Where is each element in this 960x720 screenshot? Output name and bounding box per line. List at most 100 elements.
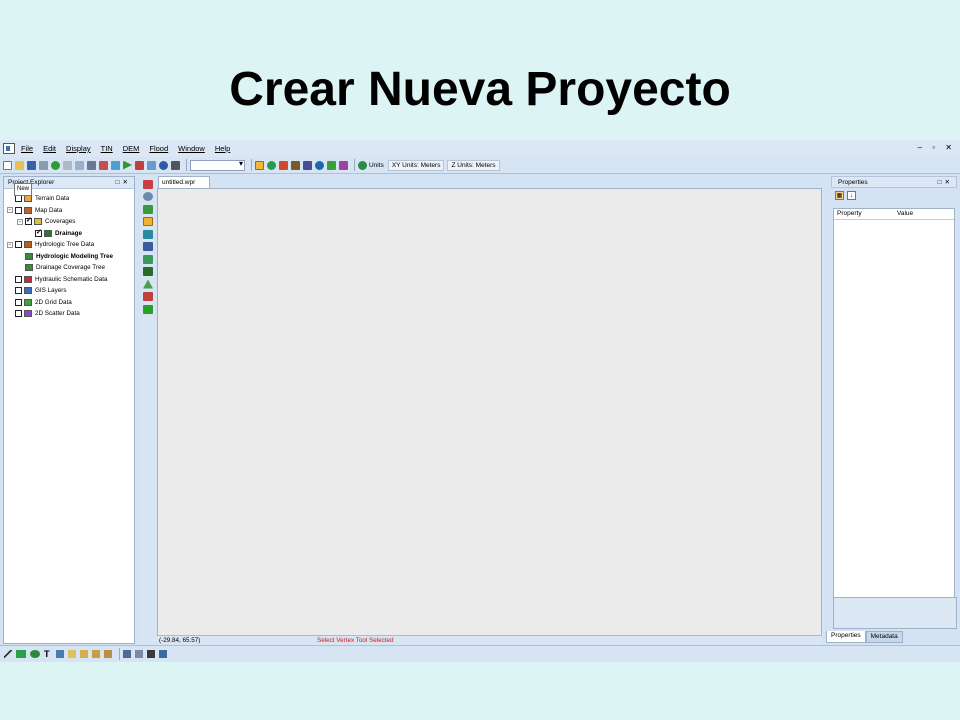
rectangle-tool-icon[interactable] [16,650,26,658]
menu-edit[interactable]: Edit [43,144,56,153]
app-icon[interactable] [3,143,15,154]
units-label: Units [369,161,384,169]
xy-units-field[interactable]: XY Units: Meters [387,159,445,171]
tree-item[interactable]: Hydraulic Schematic Data [4,274,134,286]
tree-item[interactable]: − Hydrologic Tree Data [4,239,134,251]
create-arc-icon[interactable] [143,242,153,251]
zoom-tool-icon[interactable] [143,192,153,201]
globe-icon[interactable] [315,160,324,170]
new-project-icon[interactable] [3,160,12,170]
menu-display[interactable]: Display [66,144,91,153]
send-back-icon[interactable] [104,650,112,658]
visibility-checkbox[interactable] [15,206,22,214]
image-tool-icon[interactable] [56,650,64,658]
window-controls[interactable]: – ▫ ✕ [918,143,956,152]
tool-tree-icon[interactable] [291,160,300,170]
select-object-icon[interactable] [143,179,153,189]
visibility-checkbox[interactable] [15,275,22,283]
menu-bar: File Edit Display TIN DEM Flood Window H… [0,140,960,157]
refresh-icon[interactable] [51,160,60,170]
green-globe-icon[interactable] [267,160,276,170]
visibility-checkbox[interactable] [15,195,22,203]
new-tooltip: New [14,183,33,196]
tree-item[interactable]: GIS Layers [4,285,134,297]
open-folder-icon[interactable] [15,160,24,170]
menu-help[interactable]: Help [215,144,230,153]
categorized-icon[interactable]: ▦ [835,191,844,200]
tool-branch-icon[interactable] [303,160,312,170]
info-icon[interactable] [159,160,168,170]
visibility-checkbox[interactable] [15,287,22,295]
create-polygon-icon[interactable] [143,279,153,289]
copy-icon[interactable] [68,650,76,658]
camera-icon[interactable] [123,650,131,658]
graphics-window[interactable] [157,188,822,636]
tree-item[interactable]: − Map Data [4,205,134,217]
export-icon[interactable] [147,160,156,170]
tab-metadata[interactable]: Metadata [865,631,903,643]
toolbar-separator [186,159,187,171]
project-explorer-panel: Project Explorer □✕ New Terrain Data − Map… [3,176,135,644]
units-button[interactable]: Units [358,160,384,170]
tab-properties[interactable]: Properties [826,631,866,643]
z-units-field[interactable]: Z Units: Meters [447,159,500,171]
menu-dem[interactable]: DEM [123,144,140,153]
delete-icon[interactable] [171,160,180,170]
select-vertex-tool-icon[interactable] [143,217,153,226]
tree-item[interactable]: Hydrologic Modeling Tree [4,251,134,263]
module-select[interactable] [190,159,245,171]
video-icon[interactable] [147,650,155,658]
tree-item[interactable]: 2D Grid Data [4,297,134,309]
pan-tool-icon[interactable] [143,204,153,214]
print-icon[interactable] [39,160,48,170]
tool-red-icon[interactable] [279,160,288,170]
tree-item[interactable]: Drainage Coverage Tree [4,262,134,274]
grid-icon[interactable] [327,160,336,170]
tool-green-icon[interactable] [143,304,153,314]
display-options-icon[interactable] [135,160,144,170]
run-icon[interactable] [123,160,132,170]
tree-item[interactable]: Drainage [4,228,134,240]
zoom-icon[interactable] [75,160,84,170]
paste-icon[interactable] [80,650,88,658]
tree-item[interactable]: − Coverages [4,216,134,228]
frame-icon[interactable] [87,160,96,170]
menu-flood[interactable]: Flood [149,144,168,153]
panel-controls[interactable]: □✕ [938,177,953,188]
expand-toggle[interactable]: − [7,207,13,214]
visibility-checkbox[interactable] [15,310,22,318]
wrench-icon[interactable] [159,650,167,658]
create-vertex-icon[interactable] [143,229,153,239]
tree-item-label: Hydrologic Tree Data [35,241,95,249]
property-grid-header: Property Value [834,209,954,220]
visibility-checkbox[interactable] [15,241,22,249]
panel-controls[interactable]: □✕ [116,177,131,188]
visibility-checkbox[interactable] [25,216,32,226]
property-grid[interactable]: Property Value [833,208,955,622]
tree-item[interactable]: 2D Scatter Data [4,308,134,320]
line-tool-icon[interactable] [4,650,12,658]
visibility-checkbox[interactable] [35,228,42,237]
document-tab[interactable]: untitled.wpr [158,176,210,188]
grid-tool-icon[interactable] [143,292,153,301]
scatter-icon[interactable] [339,160,348,170]
shade-icon[interactable] [111,160,120,170]
visibility-checkbox[interactable] [15,298,22,306]
pan-icon[interactable] [63,160,72,170]
sort-az-icon[interactable]: ↓ [847,191,856,200]
map-image-icon[interactable] [135,650,143,658]
bring-front-icon[interactable] [92,650,100,658]
menu-tin[interactable]: TIN [101,144,113,153]
menu-file[interactable]: File [21,144,33,153]
menu-window[interactable]: Window [178,144,205,153]
save-icon[interactable] [27,160,36,170]
rotate-icon[interactable] [99,160,108,170]
create-point-icon[interactable] [143,267,153,276]
expand-toggle[interactable]: − [17,218,23,225]
select-vertex-icon[interactable] [255,160,264,170]
status-bar: (-29.84, 65.57) Select Vertex Tool Selec… [157,635,822,645]
ellipse-tool-icon[interactable] [30,650,40,658]
text-tool-icon[interactable]: T [44,650,52,659]
expand-toggle[interactable]: − [7,241,13,248]
create-node-icon[interactable] [143,254,153,264]
